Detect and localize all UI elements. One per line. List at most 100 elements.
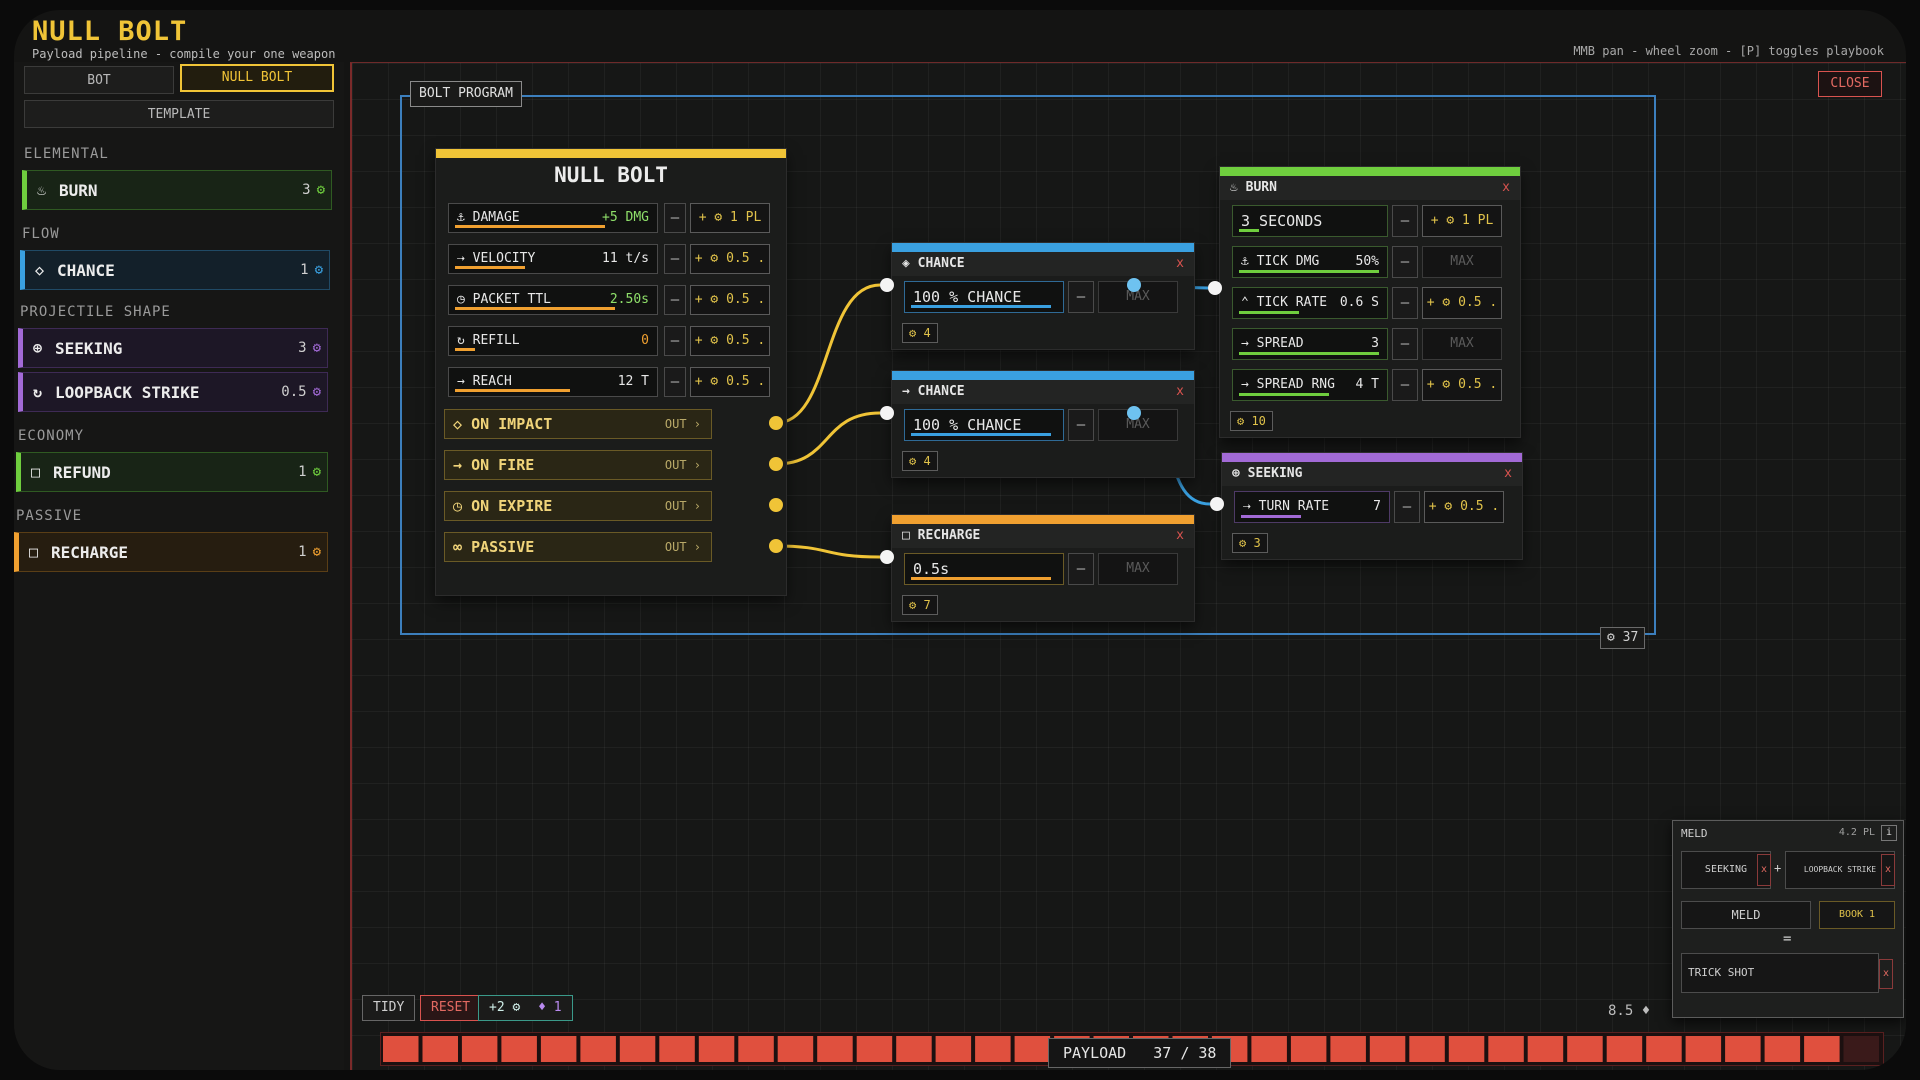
stat-field[interactable]: ⇢ VELOCITY 11 t/s	[448, 244, 658, 274]
decrease-button[interactable]: –	[1392, 205, 1418, 237]
stat-field[interactable]: ◷ PACKET TTL 2.50s	[448, 285, 658, 315]
upgrade-button[interactable]: + ⚙ 0.5 .	[1422, 287, 1502, 319]
payload-segment	[540, 1036, 577, 1062]
upgrade-button[interactable]: + ⚙ 1 PL	[1422, 205, 1502, 237]
arrow-right-icon: →	[1241, 377, 1257, 392]
remove-slot-b-button[interactable]: x	[1881, 854, 1895, 886]
remove-node-button[interactable]: x	[1504, 462, 1512, 486]
upgrade-button[interactable]: + ⚙ 1 PL	[690, 203, 770, 233]
chance-node-1[interactable]: ◈ CHANCE x 100 % CHANCE – MAX ⚙ 4	[892, 243, 1194, 349]
remove-node-button[interactable]: x	[1176, 380, 1184, 404]
meld-slot-b[interactable]: LOOPBACK STRIKE	[1785, 851, 1895, 889]
upgrade-button[interactable]: + ⚙ 0.5 .	[690, 326, 770, 356]
burn-field[interactable]: 3 SECONDS	[1232, 205, 1388, 237]
book-button[interactable]: BOOK 1	[1819, 901, 1895, 929]
module-label: RECHARGE	[51, 542, 129, 562]
stat-field[interactable]: ⚓ DAMAGE +5 DMG	[448, 203, 658, 233]
remove-node-button[interactable]: x	[1176, 524, 1184, 548]
remove-node-button[interactable]: x	[1502, 176, 1510, 200]
upgrade-button[interactable]: + ⚙ 0.5 .	[690, 367, 770, 397]
recharge-field[interactable]: 0.5s	[904, 553, 1064, 585]
output-passive[interactable]: ∞ PASSIVE OUT ›	[444, 532, 712, 562]
port-on-expire[interactable]	[769, 498, 783, 512]
port-on-impact[interactable]	[769, 416, 783, 430]
remove-result-button[interactable]: x	[1879, 959, 1893, 989]
decrease-button[interactable]: –	[1068, 553, 1094, 585]
diamond-icon: ◇	[35, 261, 45, 279]
input-port-chance-2[interactable]	[880, 406, 894, 420]
node-header: □ RECHARGE x	[892, 524, 1194, 548]
output-on-fire[interactable]: → ON FIRE OUT ›	[444, 450, 712, 480]
null-bolt-node[interactable]: NULL BOLT ⚓ DAMAGE +5 DMG – + ⚙ 1 PL ⇢ VE…	[436, 149, 786, 595]
output-on-expire[interactable]: ◷ ON EXPIRE OUT ›	[444, 491, 712, 521]
stat-field[interactable]: → REACH 12 T	[448, 367, 658, 397]
decrease-button[interactable]: –	[1068, 409, 1094, 441]
upgrade-button[interactable]: + ⚙ 0.5 .	[1424, 491, 1504, 523]
recharge-node[interactable]: □ RECHARGE x 0.5s – MAX ⚙ 7	[892, 515, 1194, 621]
tab-bot[interactable]: BOT	[24, 66, 174, 94]
chance-field[interactable]: 100 % CHANCE	[904, 281, 1064, 313]
upgrade-button[interactable]: + ⚙ 0.5 .	[1422, 369, 1502, 401]
payload-value: 37 / 38	[1153, 1044, 1217, 1062]
decrease-button[interactable]: –	[1394, 491, 1420, 523]
module-card-recharge[interactable]: □ RECHARGE 1 ⚙	[14, 532, 328, 572]
decrease-button[interactable]: –	[664, 326, 686, 356]
burn-field[interactable]: ⚓ TICK DMG 50%	[1232, 246, 1388, 278]
output-on-impact[interactable]: ◇ ON IMPACT OUT ›	[444, 409, 712, 439]
output-port-chance-1[interactable]	[1127, 278, 1141, 292]
burn-field[interactable]: → SPREAD RNG 4 T	[1232, 369, 1388, 401]
output-port-chance-2[interactable]	[1127, 406, 1141, 420]
module-card-refund[interactable]: □ REFUND 1 ⚙	[16, 452, 328, 492]
field-label: TICK DMG	[1256, 254, 1320, 269]
decrease-button[interactable]: –	[664, 367, 686, 397]
field-bar	[1239, 393, 1329, 396]
info-icon[interactable]: i	[1881, 825, 1897, 841]
node-title: BURN	[1245, 180, 1277, 195]
port-passive[interactable]	[769, 539, 783, 553]
module-card-loopback-strike[interactable]: ↻ LOOPBACK STRIKE 0.5 ⚙	[18, 372, 328, 412]
tab-template[interactable]: TEMPLATE	[24, 100, 334, 128]
decrease-button[interactable]: –	[1392, 369, 1418, 401]
upgrade-button[interactable]: + ⚙ 0.5 .	[690, 244, 770, 274]
port-on-fire[interactable]	[769, 457, 783, 471]
max-button[interactable]: MAX	[1098, 553, 1178, 585]
node-title: RECHARGE	[917, 528, 981, 543]
decrease-button[interactable]: –	[1068, 281, 1094, 313]
decrease-button[interactable]: –	[1392, 287, 1418, 319]
field-label: TICK RATE	[1256, 295, 1328, 310]
chance-node-2[interactable]: → CHANCE x 100 % CHANCE – MAX ⚙ 4	[892, 371, 1194, 477]
meld-result[interactable]: TRICK SHOT	[1681, 953, 1879, 993]
stat-bar	[455, 225, 605, 228]
burn-field[interactable]: ⌃ TICK RATE 0.6 S	[1232, 287, 1388, 319]
decrease-button[interactable]: –	[1392, 328, 1418, 360]
max-button[interactable]: MAX	[1422, 328, 1502, 360]
input-port-recharge[interactable]	[880, 550, 894, 564]
decrease-button[interactable]: –	[1392, 246, 1418, 278]
seeking-field[interactable]: ⇢ TURN RATE 7	[1234, 491, 1390, 523]
meld-button[interactable]: MELD	[1681, 901, 1811, 929]
tab-null-bolt[interactable]: NULL BOLT	[180, 64, 334, 92]
seeking-node[interactable]: ⊕ SEEKING x ⇢ TURN RATE 7 – + ⚙ 0.5 . ⚙ 3	[1222, 453, 1522, 559]
upgrade-button[interactable]: + ⚙ 0.5 .	[690, 285, 770, 315]
max-button[interactable]: MAX	[1422, 246, 1502, 278]
burn-field[interactable]: → SPREAD 3	[1232, 328, 1388, 360]
stat-field[interactable]: ↻ REFILL 0	[448, 326, 658, 356]
remove-slot-a-button[interactable]: x	[1757, 854, 1771, 886]
burn-node[interactable]: ♨ BURN x 3 SECONDS – + ⚙ 1 PL ⚓ TICK DMG 5…	[1220, 167, 1520, 437]
input-port-chance-1[interactable]	[880, 278, 894, 292]
module-card-seeking[interactable]: ⊕ SEEKING 3 ⚙	[18, 328, 328, 368]
payload-segment	[975, 1036, 1011, 1062]
input-port-burn[interactable]	[1208, 281, 1222, 295]
module-card-burn[interactable]: ♨ BURN 3 ⚙	[22, 170, 332, 210]
chance-row: 100 % CHANCE – MAX	[904, 281, 1186, 313]
reset-button[interactable]: RESET	[420, 995, 482, 1021]
decrease-button[interactable]: –	[664, 203, 686, 233]
decrease-button[interactable]: –	[664, 285, 686, 315]
remove-node-button[interactable]: x	[1176, 252, 1184, 276]
chance-field[interactable]: 100 % CHANCE	[904, 409, 1064, 441]
decrease-button[interactable]: –	[664, 244, 686, 274]
stat-bar	[455, 266, 525, 269]
tidy-button[interactable]: TIDY	[362, 995, 416, 1021]
input-port-seeking[interactable]	[1210, 497, 1224, 511]
module-card-chance[interactable]: ◇ CHANCE 1 ⚙	[20, 250, 330, 290]
